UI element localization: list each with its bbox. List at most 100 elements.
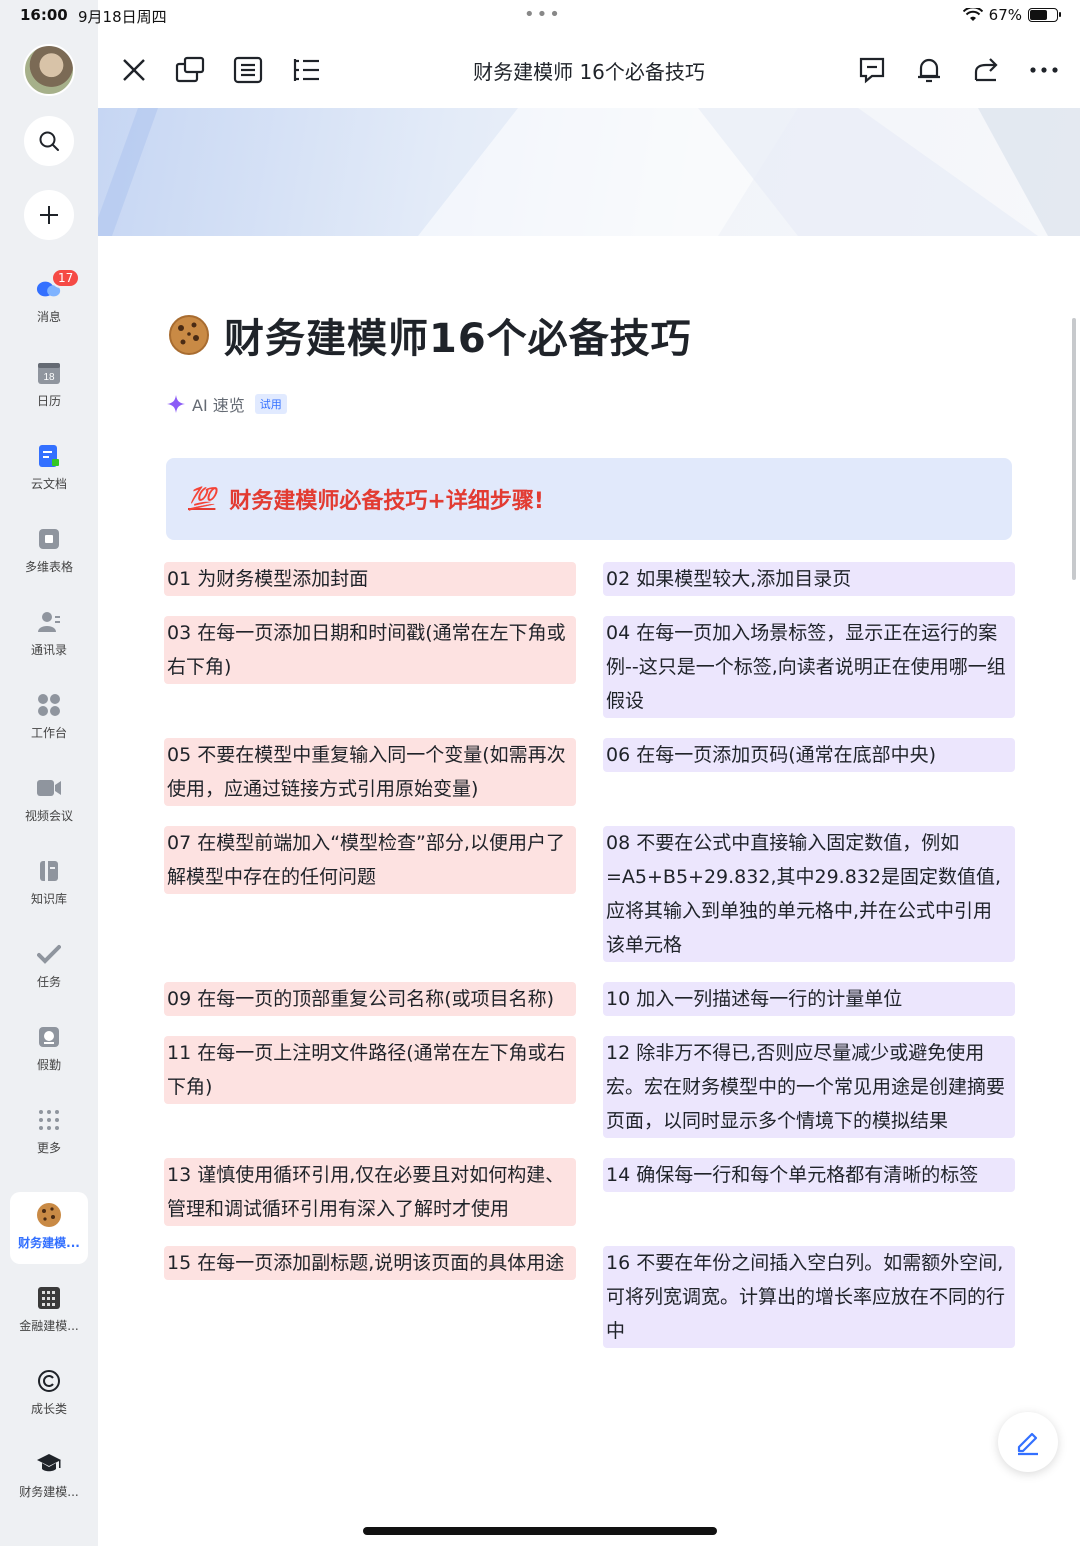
status-bar: 16:00 9月18日周四 ••• 67% [0, 0, 1080, 32]
new-window-icon[interactable] [174, 54, 206, 86]
sparkle-icon [167, 395, 185, 413]
graduation-cap-icon [36, 1451, 62, 1477]
sidebar-item-label: 工作台 [30, 726, 67, 740]
sidebar-item-contacts[interactable]: 通讯录 [0, 609, 98, 658]
sidebar-item-label: 视频会议 [24, 809, 73, 823]
table-icon [36, 526, 62, 552]
battery-icon [1028, 8, 1061, 22]
sidebar-item-label: 知识库 [30, 892, 67, 906]
sidebar-item-label: 财务建模... [19, 1485, 79, 1499]
share-icon[interactable] [970, 54, 1002, 86]
page-title: 财务建模师16个必备技巧 [168, 306, 692, 364]
copyright-icon [36, 1368, 62, 1394]
tip-01: 01 为财务模型添加封面 [164, 562, 576, 596]
toolbar-title: 财务建模师 16个必备技巧 [473, 60, 705, 84]
document-title: 财务建模师16个必备技巧 [224, 316, 692, 362]
tip-03: 03 在每一页添加日期和时间戳(通常在左下角或右下角) [164, 616, 576, 684]
sidebar-item-workplace[interactable]: 工作台 [0, 692, 98, 741]
tip-06: 06 在每一页添加页码(通常在底部中央) [603, 738, 1015, 772]
wifi-icon [962, 8, 983, 21]
sidebar-item-label: 多维表格 [24, 560, 73, 574]
tip-13: 13 谨慎使用循环引用,仅在必要且对如何构建、管理和调试循环引用有深入了解时才使… [164, 1158, 576, 1226]
tip-09: 09 在每一页的顶部重复公司名称(或项目名称) [164, 982, 576, 1016]
wiki-icon [36, 858, 62, 884]
sidebar-item-tasks[interactable]: 任务 [0, 941, 98, 990]
tip-16: 16 不要在年份之间插入空白列。如需额外空间,可将列宽调宽。计算出的增长率应放在… [603, 1246, 1015, 1348]
status-date: 9月18日周四 [78, 8, 167, 26]
sidebar-item-financial-modeling[interactable]: 金融建模... [0, 1285, 98, 1334]
calendar-icon: 18 [36, 360, 62, 386]
callout-text: 财务建模师必备技巧+详细步骤! [229, 489, 544, 514]
tip-14: 14 确保每一行和每个单元格都有清晰的标签 [603, 1158, 1015, 1192]
multitask-dots-icon[interactable]: ••• [524, 4, 562, 25]
sidebar: 消息 17 18 日历 云文档 多维表格 通讯录 工作台 视频会议 知识库 任务… [0, 0, 98, 1546]
close-icon[interactable] [118, 54, 150, 86]
sidebar-item-docs[interactable]: 云文档 [0, 443, 98, 492]
more-dots-icon [36, 1107, 62, 1133]
sidebar-item-label: 财务建模... [18, 1236, 80, 1250]
tip-07: 07 在模型前端加入“模型检查”部分,以便用户了解模型中存在的任何问题 [164, 826, 576, 894]
apps-grid-icon [36, 692, 62, 718]
unread-badge: 17 [51, 268, 81, 288]
svg-text:18: 18 [43, 372, 55, 383]
sidebar-item-label: 通讯录 [30, 643, 67, 657]
sidebar-item-label: 云文档 [30, 477, 67, 491]
sidebar-item-attendance[interactable]: 假勤 [0, 1024, 98, 1073]
sidebar-item-label: 金融建模... [19, 1319, 79, 1333]
search-icon [39, 131, 59, 151]
tip-10: 10 加入一列描述每一行的计量单位 [603, 982, 1015, 1016]
tip-15: 15 在每一页添加副标题,说明该页面的具体用途 [164, 1246, 576, 1280]
pencil-icon [1017, 1432, 1038, 1456]
sidebar-item-label: 成长类 [30, 1402, 67, 1416]
callout-block: 💯 财务建模师必备技巧+详细步骤! [166, 458, 1012, 540]
ai-summary-label: AI 速览 [192, 396, 245, 415]
tip-02: 02 如果模型较大,添加目录页 [603, 562, 1015, 596]
tip-04: 04 在每一页加入场景标签，显示正在运行的案例--这只是一个标签,向读者说明正在… [603, 616, 1015, 718]
sidebar-item-video[interactable]: 视频会议 [0, 775, 98, 824]
sidebar-item-label: 假勤 [36, 1058, 61, 1072]
sidebar-item-label: 日历 [36, 394, 61, 408]
sidebar-item-finance-modeling[interactable]: 财务建模... [0, 1202, 98, 1251]
add-button[interactable] [24, 190, 74, 240]
sidebar-item-more[interactable]: 更多 [0, 1107, 98, 1156]
home-indicator[interactable] [363, 1527, 717, 1535]
tip-12: 12 除非万不得已,否则应尽量减少或避免使用宏。宏在财务模型中的一个常见用途是创… [603, 1036, 1015, 1138]
abacus-icon [36, 1285, 62, 1311]
tip-11: 11 在每一页上注明文件路径(通常在左下角或右下角) [164, 1036, 576, 1104]
scrollbar[interactable] [1072, 318, 1076, 580]
sidebar-item-calendar[interactable]: 18 日历 [0, 360, 98, 409]
hundred-points-icon: 💯 [188, 486, 216, 512]
comment-icon[interactable] [856, 54, 888, 86]
document-toolbar: 财务建模师 16个必备技巧 [98, 32, 1080, 108]
cover-banner [98, 108, 1080, 236]
search-button[interactable] [24, 116, 74, 166]
attendance-icon [36, 1024, 62, 1050]
sidebar-item-bitable[interactable]: 多维表格 [0, 526, 98, 575]
ai-summary[interactable]: AI 速览 试用 [166, 392, 287, 416]
tip-08: 08 不要在公式中直接输入固定数值，例如 =A5+B5+29.832,其中29.… [603, 826, 1015, 962]
task-check-icon [36, 941, 62, 967]
outline-list-icon[interactable] [232, 54, 264, 86]
doc-icon [36, 443, 62, 469]
edit-button[interactable] [998, 1412, 1058, 1472]
sidebar-item-wiki[interactable]: 知识库 [0, 858, 98, 907]
sidebar-item-label: 更多 [36, 1141, 61, 1155]
banner-decoration [98, 108, 1080, 236]
status-right: 67% [962, 6, 1061, 24]
sidebar-item-growth[interactable]: 成长类 [0, 1368, 98, 1417]
cookie-icon [169, 315, 209, 355]
contacts-icon [36, 609, 62, 635]
sidebar-item-label: 任务 [36, 975, 61, 989]
video-icon [36, 775, 62, 801]
sidebar-item-finance-modeling-2[interactable]: 财务建模... [0, 1451, 98, 1500]
avatar[interactable] [23, 44, 75, 96]
sidebar-item-messages[interactable]: 消息 [0, 276, 98, 325]
cookie-icon [36, 1202, 62, 1228]
more-horizontal-icon[interactable] [1028, 54, 1060, 86]
sidebar-item-label: 消息 [36, 310, 61, 324]
trial-badge: 试用 [254, 394, 287, 414]
tip-05: 05 不要在模型中重复输入同一个变量(如需再次使用，应通过链接方式引用原始变量) [164, 738, 576, 806]
bell-icon[interactable] [913, 54, 945, 86]
battery-percent: 67% [988, 6, 1022, 24]
table-of-contents-icon[interactable] [290, 54, 322, 86]
